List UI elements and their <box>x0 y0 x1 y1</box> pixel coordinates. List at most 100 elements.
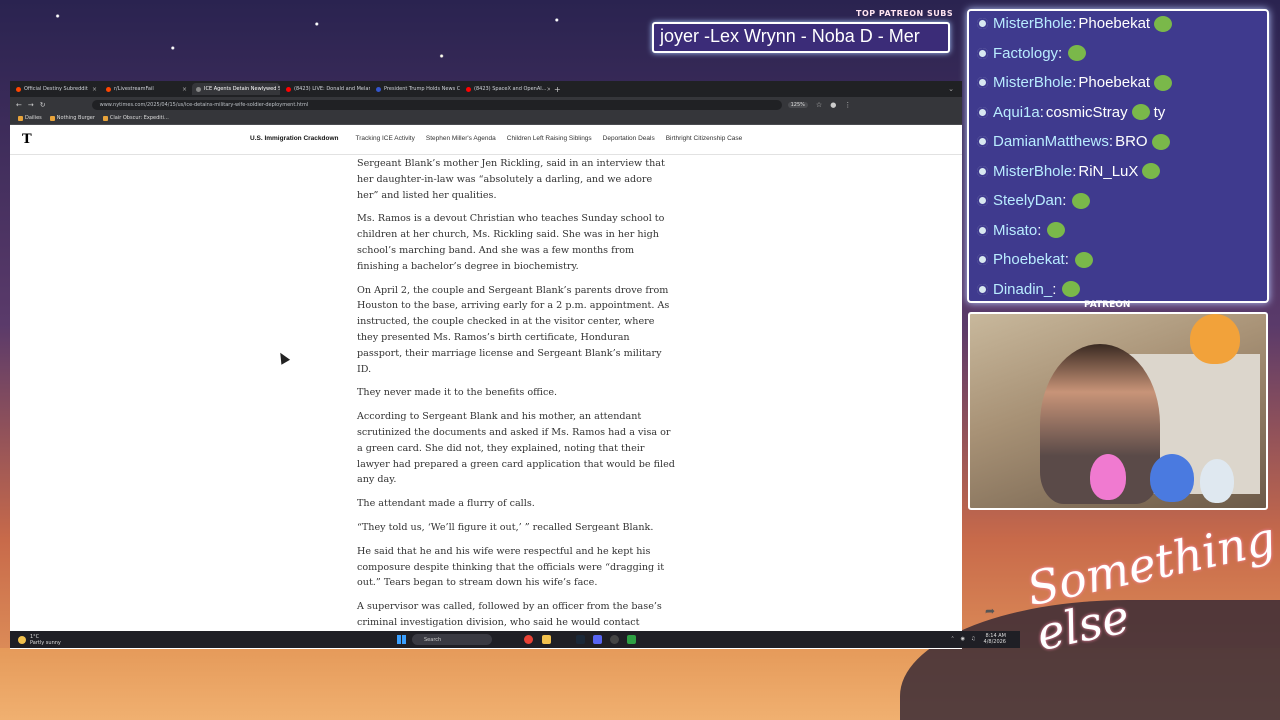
chat-username[interactable]: MisterBhole <box>993 163 1072 180</box>
chat-emote-icon <box>1062 281 1081 298</box>
chat-username[interactable]: MisterBhole <box>993 74 1072 91</box>
nav-link[interactable]: Tracking ICE Activity <box>356 135 415 142</box>
windows-taskbar: 1°C Partly sunny Search ⌃ ◉ ♫ 8:14 AM 4/… <box>10 631 1020 648</box>
browser-tab[interactable]: r/LivestreamFail × <box>102 83 190 95</box>
browser-tab[interactable]: (8423) SpaceX and OpenAI... × <box>462 83 550 95</box>
close-icon[interactable]: × <box>182 86 187 93</box>
chrome-icon[interactable] <box>524 635 533 644</box>
bookmark-label: Clair Obscur: Expediti... <box>109 115 169 121</box>
taskbar-clock[interactable]: 8:14 AM 4/8/2026 <box>984 633 1006 645</box>
article-paragraph: On April 2, the couple and Sergeant Blan… <box>357 284 670 375</box>
windows-start-icon[interactable] <box>397 635 406 644</box>
chat-username[interactable]: DamianMatthews <box>993 133 1109 150</box>
back-icon[interactable]: ← <box>16 101 22 109</box>
bookmark-icon <box>18 115 23 121</box>
chat-badge-icon <box>977 254 988 266</box>
forward-icon[interactable]: → <box>28 101 34 109</box>
close-icon[interactable]: × <box>92 86 97 93</box>
steam-icon[interactable] <box>576 635 585 644</box>
chat-username[interactable]: Factology <box>993 45 1058 62</box>
chat-badge-icon <box>977 136 988 148</box>
chat-username[interactable]: Aqui1a <box>993 104 1040 121</box>
chat-message: Aqui1a: cosmicStray ty <box>977 98 1261 128</box>
browser-tab[interactable]: (8423) LIVE: Donald and Melan...× <box>282 83 370 95</box>
chat-text: Phoebekat <box>1078 74 1151 92</box>
nyt-nav-links: U.S. Immigration Crackdown Tracking ICE … <box>250 135 753 142</box>
chat-username[interactable]: Phoebekat <box>993 251 1065 268</box>
article-paragraph: He said that he and his wife were respec… <box>357 545 665 589</box>
chat-badge-icon <box>977 47 988 59</box>
zoom-indicator[interactable]: 125% <box>787 101 808 108</box>
bookmark-item[interactable]: Clair Obscur: Expediti... <box>102 115 169 121</box>
tab-label: Official Destiny Subreddit <box>24 86 88 92</box>
chat-suffix: ty <box>1153 103 1166 121</box>
share-icon[interactable]: ➦ <box>985 604 995 618</box>
taskbar-search[interactable]: Search <box>412 634 492 645</box>
article-body: Sergeant Blank’s mother Jen Rickling, sa… <box>357 156 675 649</box>
chat-emote-icon <box>1154 15 1173 32</box>
chat-panel: MisterBhole: Phoebekat Factology: MisterBho… <box>967 9 1269 303</box>
tray-chevron-icon[interactable]: ⌃ <box>950 636 954 642</box>
bookmark-star-icon[interactable]: ☆ <box>816 101 822 109</box>
chat-separator: : <box>1052 280 1057 298</box>
article-paragraph: Ms. Ramos is a devout Christian who teac… <box>357 213 665 272</box>
chat-separator: : <box>1072 74 1077 92</box>
reload-icon[interactable]: ↻ <box>40 101 46 109</box>
nav-link[interactable]: Stephen Miller's Agenda <box>426 135 496 142</box>
wifi-icon[interactable]: ◉ <box>961 636 965 642</box>
chat-separator: : <box>1072 162 1077 180</box>
chat-emote-icon <box>1072 192 1091 209</box>
volume-icon[interactable]: ♫ <box>971 636 975 642</box>
article-paragraph: They never made it to the benefits offic… <box>357 387 558 399</box>
bookmark-item[interactable]: Dailies <box>18 115 42 121</box>
chat-username[interactable]: MisterBhole <box>993 15 1072 32</box>
chat-username[interactable]: Dinadin_ <box>993 281 1052 298</box>
browser-tab[interactable]: Official Destiny Subreddit × <box>12 83 100 95</box>
weather-widget[interactable]: 1°C Partly sunny <box>18 634 61 646</box>
chat-username[interactable]: Misato <box>993 222 1037 239</box>
chat-emote-icon <box>1154 74 1173 91</box>
browser-tab[interactable]: President Trump Holds News C...× <box>372 83 460 95</box>
tab-search-icon[interactable]: ⌄ <box>948 85 954 93</box>
patreon-ticker-text: joyer -Lex Wrynn - Noba D - Mer <box>660 26 920 46</box>
file-explorer-icon[interactable] <box>542 635 551 644</box>
new-tab-icon[interactable]: + <box>554 85 561 94</box>
nav-link[interactable]: Children Left Raising Siblings <box>507 135 592 142</box>
chat-message: SteelyDan: <box>977 186 1261 216</box>
browser-window: Official Destiny Subreddit × r/LivestreamF… <box>10 81 962 649</box>
chat-separator: : <box>1108 133 1114 151</box>
tab-label: r/LivestreamFail <box>114 86 154 92</box>
tab-favicon-icon <box>466 86 471 92</box>
chat-message: Misato: <box>977 216 1261 246</box>
tab-favicon-icon <box>16 86 21 92</box>
bookmark-icon <box>49 115 55 121</box>
tab-label: President Trump Holds News C... <box>384 86 460 92</box>
browser-tab[interactable]: ICE Agents Detain Newlywed S...× <box>192 83 280 95</box>
browser-toolbar: ← → ↻ www.nytimes.com/2025/04/15/us/ice-… <box>10 97 962 112</box>
chat-badge-icon <box>977 77 988 89</box>
chat-badge-icon <box>977 165 988 177</box>
system-tray: ⌃ ◉ ♫ 8:14 AM 4/8/2026 <box>950 633 1014 645</box>
app-icon[interactable] <box>627 635 636 644</box>
nav-link[interactable]: Deportation Deals <box>603 135 655 142</box>
nav-section-title[interactable]: U.S. Immigration Crackdown <box>250 135 339 142</box>
tab-bar: Official Destiny Subreddit × r/LivestreamF… <box>10 81 962 97</box>
obs-icon[interactable] <box>610 635 619 644</box>
bookmark-label: Nothing Burger <box>56 115 95 121</box>
chat-message: Factology: <box>977 39 1261 69</box>
chat-username[interactable]: SteelyDan <box>993 192 1062 209</box>
nyt-navbar: T U.S. Immigration Crackdown Tracking IC… <box>10 125 962 155</box>
tab-favicon-icon <box>376 86 381 92</box>
mouse-cursor-icon <box>275 350 291 365</box>
address-bar[interactable]: www.nytimes.com/2025/04/15/us/ice-detain… <box>91 99 782 110</box>
easter-egg-decoration <box>1150 454 1194 502</box>
nyt-logo[interactable]: T <box>22 132 32 147</box>
chat-list: MisterBhole: Phoebekat Factology: MisterBho… <box>977 11 1261 301</box>
extensions-icon[interactable]: ● <box>830 101 836 109</box>
menu-icon[interactable]: ⋮ <box>844 101 851 109</box>
bookmark-item[interactable]: Nothing Burger <box>49 115 95 121</box>
discord-icon[interactable] <box>593 635 602 644</box>
close-icon[interactable]: × <box>546 86 550 93</box>
chat-text: BRO <box>1115 133 1148 151</box>
nav-link[interactable]: Birthright Citizenship Case <box>666 135 743 142</box>
